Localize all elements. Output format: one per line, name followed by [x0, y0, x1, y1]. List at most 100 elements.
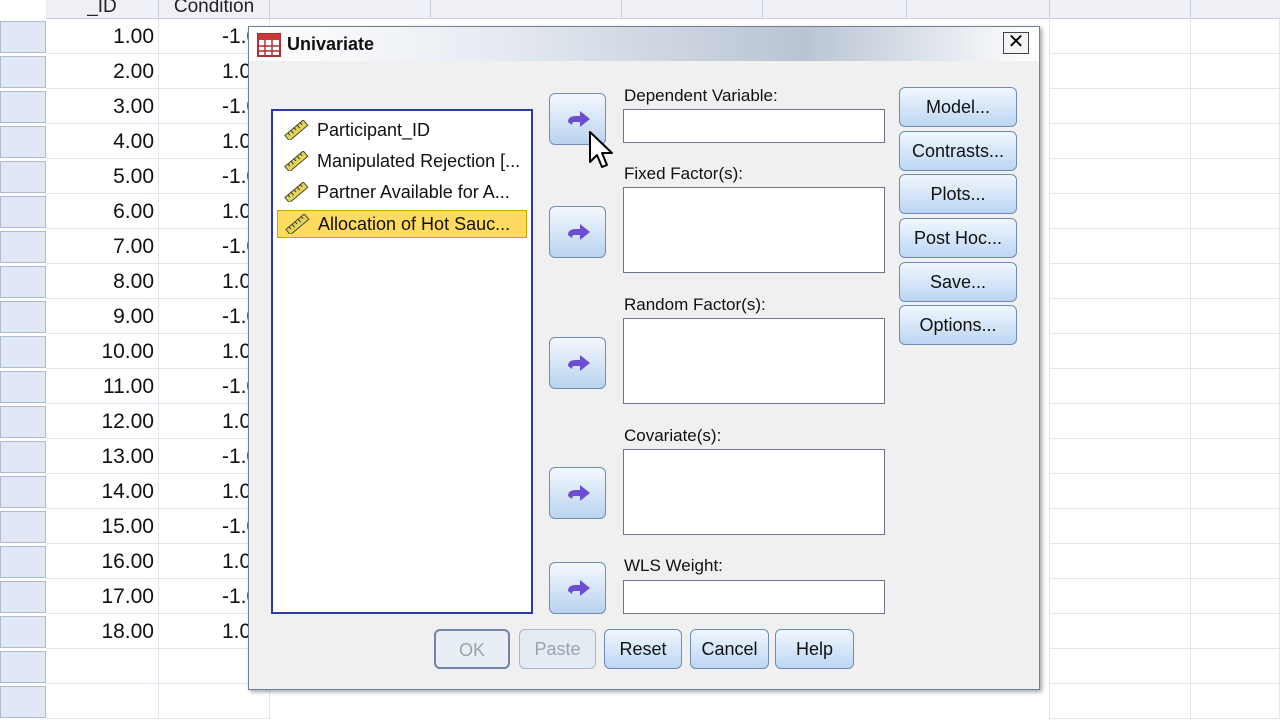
column-header-empty[interactable]: [431, 0, 622, 19]
cell-id[interactable]: 14.00: [46, 474, 159, 509]
model-button[interactable]: Model...: [899, 87, 1017, 127]
cell-empty[interactable]: [1049, 264, 1280, 299]
cell-empty[interactable]: [1049, 124, 1280, 159]
dependent-variable-field[interactable]: [623, 109, 885, 143]
ok-button[interactable]: OK: [434, 629, 510, 669]
row-header[interactable]: [0, 686, 46, 718]
contrasts-button[interactable]: Contrasts...: [899, 131, 1017, 171]
cell-id[interactable]: 16.00: [46, 544, 159, 579]
move-to-fixed-factor-button[interactable]: [549, 206, 606, 258]
cell-empty[interactable]: [1049, 194, 1280, 229]
row-header[interactable]: [0, 196, 46, 228]
column-header-empty[interactable]: [1191, 0, 1280, 19]
cell-id[interactable]: 18.00: [46, 614, 159, 649]
cell-empty[interactable]: [1049, 544, 1280, 579]
fixed-factor-list[interactable]: [623, 187, 885, 273]
row-header[interactable]: [0, 231, 46, 263]
move-to-covariate-button[interactable]: [549, 467, 606, 519]
cell-empty[interactable]: [1049, 334, 1280, 369]
cell-id[interactable]: [46, 684, 159, 719]
row-header[interactable]: [0, 56, 46, 88]
move-to-wls-weight-button[interactable]: [549, 562, 606, 614]
cell-empty[interactable]: [1049, 19, 1280, 54]
cell-id[interactable]: 2.00: [46, 54, 159, 89]
row-header[interactable]: [0, 546, 46, 578]
cell-id[interactable]: 3.00: [46, 89, 159, 124]
cell-empty[interactable]: [1049, 299, 1280, 334]
options-button[interactable]: Options...: [899, 305, 1017, 345]
close-button[interactable]: ✕: [1003, 32, 1029, 54]
move-to-random-factor-button[interactable]: [549, 337, 606, 389]
post-hoc-button[interactable]: Post Hoc...: [899, 218, 1017, 258]
cell-id[interactable]: 17.00: [46, 579, 159, 614]
row-header[interactable]: [0, 126, 46, 158]
row-header[interactable]: [0, 371, 46, 403]
cell-empty[interactable]: [1049, 404, 1280, 439]
column-header-empty[interactable]: [270, 0, 431, 19]
cell-id[interactable]: 1.00: [46, 19, 159, 54]
cell-id[interactable]: 5.00: [46, 159, 159, 194]
wls-weight-label: WLS Weight:: [624, 556, 723, 575]
row-header[interactable]: [0, 91, 46, 123]
cell-empty[interactable]: [1049, 439, 1280, 474]
paste-button[interactable]: Paste: [519, 629, 596, 669]
row-header[interactable]: [0, 651, 46, 683]
save-button[interactable]: Save...: [899, 262, 1017, 302]
column-header-empty[interactable]: [907, 0, 1050, 19]
variable-item-allocation-hot-sauce[interactable]: Allocation of Hot Sauc...: [277, 210, 527, 238]
cell-id[interactable]: 13.00: [46, 439, 159, 474]
cell-empty[interactable]: [1049, 474, 1280, 509]
cell-id[interactable]: 12.00: [46, 404, 159, 439]
column-header-empty[interactable]: [763, 0, 907, 19]
variable-item-manipulated-rejection[interactable]: Manipulated Rejection [...: [277, 148, 527, 176]
cell-id[interactable]: 4.00: [46, 124, 159, 159]
spss-grid-icon: [257, 33, 281, 57]
dialog-titlebar[interactable]: Univariate ✕: [249, 27, 1039, 61]
cancel-button[interactable]: Cancel: [690, 629, 769, 669]
covariate-list[interactable]: [623, 449, 885, 535]
random-factor-list[interactable]: [623, 318, 885, 404]
column-header-empty[interactable]: [1050, 0, 1191, 19]
row-header[interactable]: [0, 406, 46, 438]
cell-empty[interactable]: [1049, 509, 1280, 544]
row-header[interactable]: [0, 161, 46, 193]
cell-id[interactable]: 6.00: [46, 194, 159, 229]
cell-id[interactable]: 7.00: [46, 229, 159, 264]
cell-id[interactable]: 15.00: [46, 509, 159, 544]
row-header[interactable]: [0, 21, 46, 53]
column-header-condition[interactable]: Condition: [159, 0, 270, 19]
variable-list[interactable]: Participant_ID Manipulated Rejection [..…: [271, 109, 533, 614]
scale-ruler-icon: [284, 151, 309, 171]
row-header[interactable]: [0, 266, 46, 298]
cell-id[interactable]: 11.00: [46, 369, 159, 404]
row-header[interactable]: [0, 616, 46, 648]
cell-empty[interactable]: [1049, 579, 1280, 614]
row-header[interactable]: [0, 476, 46, 508]
plots-button[interactable]: Plots...: [899, 174, 1017, 214]
row-header[interactable]: [0, 511, 46, 543]
cell-empty[interactable]: [1049, 649, 1280, 684]
help-button[interactable]: Help: [775, 629, 854, 669]
variable-item-participant-id[interactable]: Participant_ID: [277, 117, 527, 145]
column-header-id[interactable]: _ID: [46, 0, 159, 19]
variable-item-partner-available[interactable]: Partner Available for A...: [277, 179, 527, 207]
cell-empty[interactable]: [1049, 54, 1280, 89]
row-header[interactable]: [0, 301, 46, 333]
univariate-dialog: Univariate ✕ Participant_ID Manipulated …: [248, 26, 1040, 690]
cell-empty[interactable]: [1049, 369, 1280, 404]
row-header[interactable]: [0, 581, 46, 613]
row-header[interactable]: [0, 336, 46, 368]
cell-id[interactable]: 10.00: [46, 334, 159, 369]
cell-empty[interactable]: [1049, 614, 1280, 649]
cell-id[interactable]: [46, 649, 159, 684]
cell-empty[interactable]: [1049, 159, 1280, 194]
cell-empty[interactable]: [1049, 229, 1280, 264]
wls-weight-field[interactable]: [623, 580, 885, 614]
reset-button[interactable]: Reset: [604, 629, 682, 669]
cell-id[interactable]: 8.00: [46, 264, 159, 299]
row-header[interactable]: [0, 441, 46, 473]
cell-empty[interactable]: [1049, 684, 1280, 719]
column-header-empty[interactable]: [622, 0, 763, 19]
cell-id[interactable]: 9.00: [46, 299, 159, 334]
cell-empty[interactable]: [1049, 89, 1280, 124]
